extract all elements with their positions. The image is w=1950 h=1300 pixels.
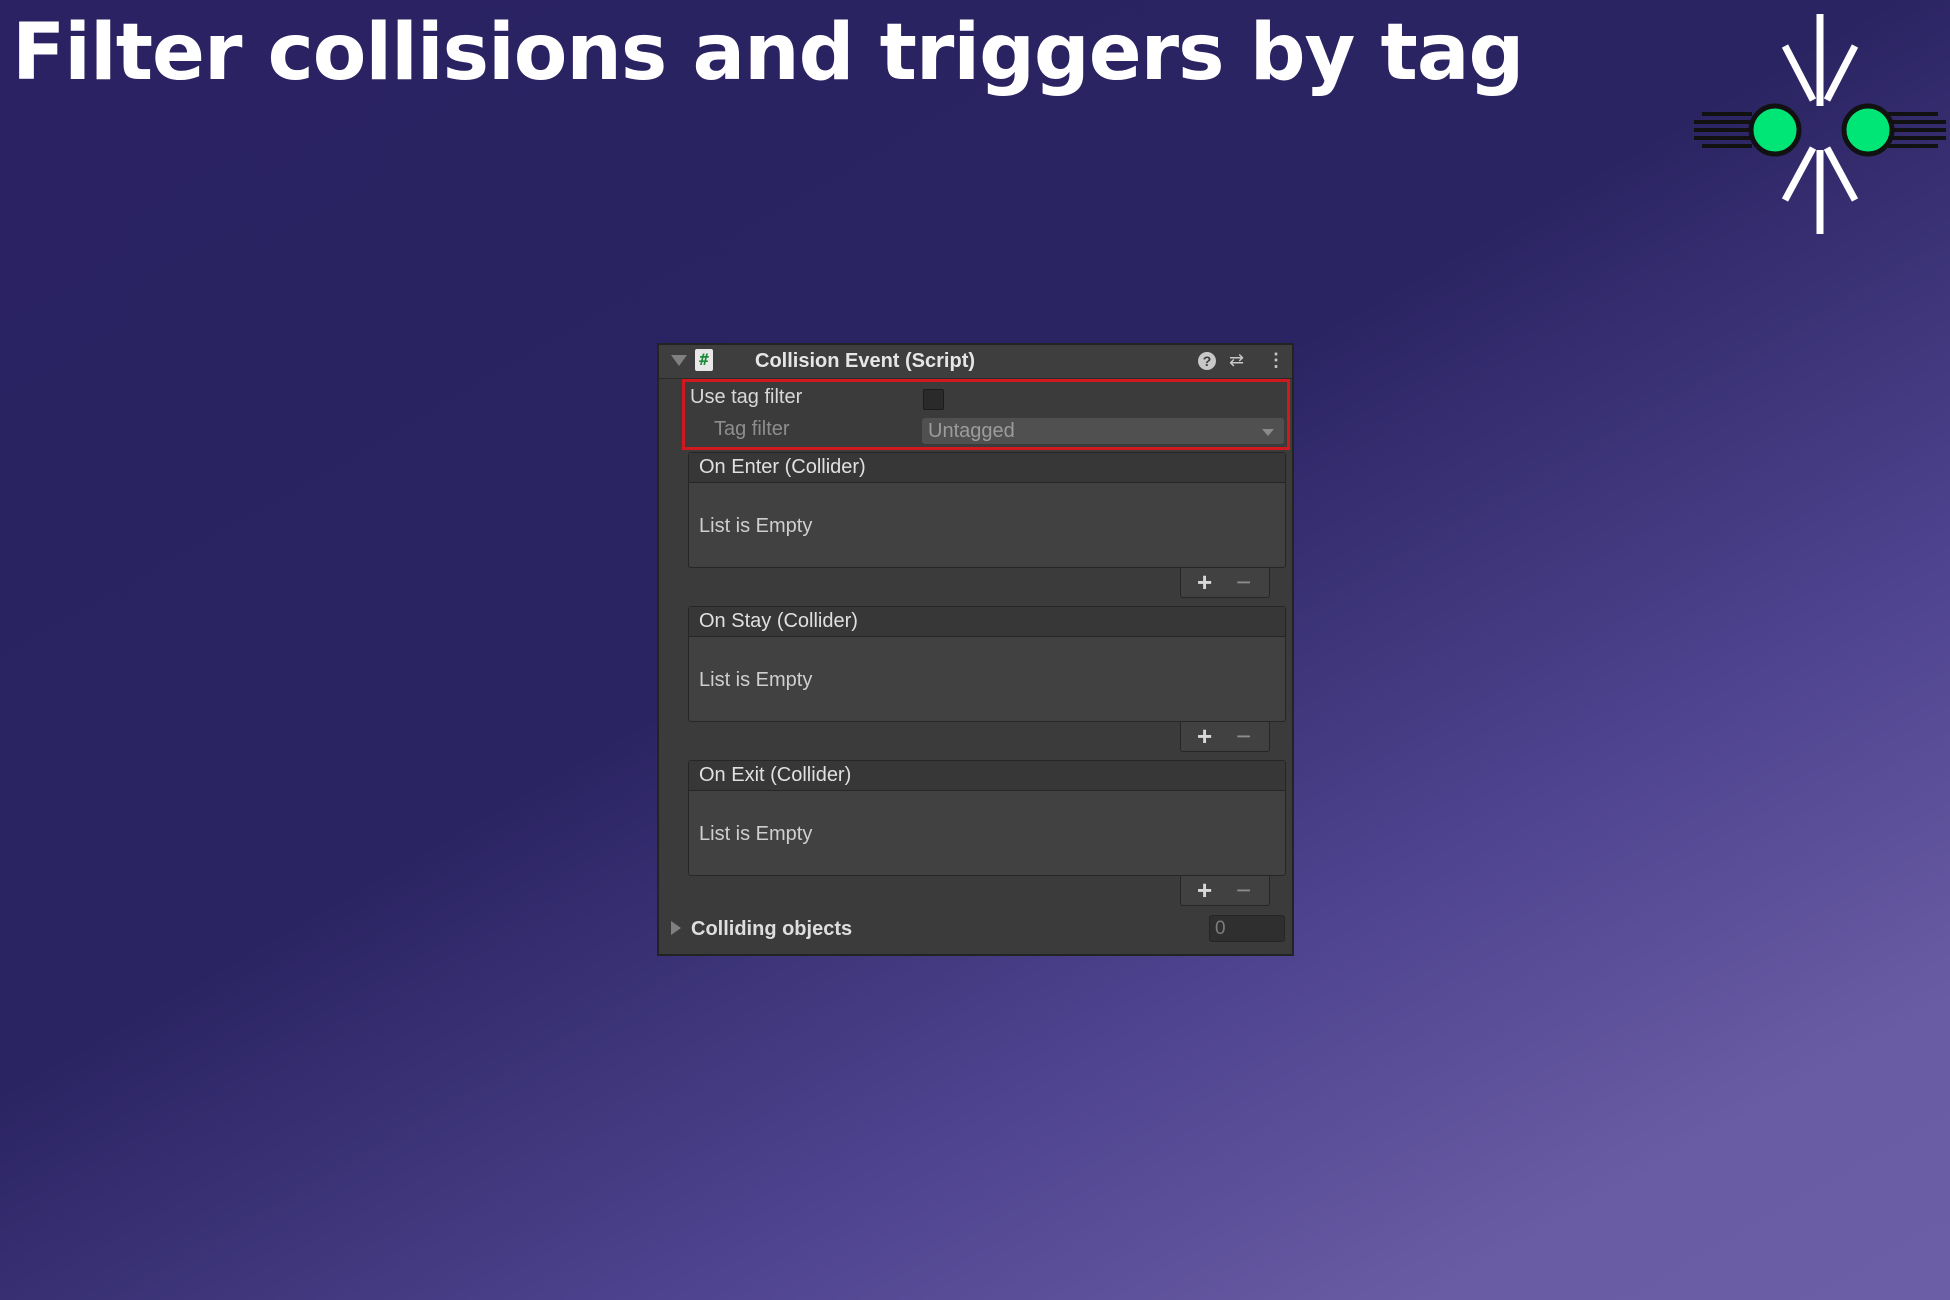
event-header: On Enter (Collider): [689, 453, 1285, 483]
event-title: On Exit (Collider): [699, 764, 852, 786]
event-empty-text: List is Empty: [699, 515, 813, 537]
tag-filter-highlight: [682, 379, 1290, 450]
count-value: 0: [1215, 918, 1226, 939]
event-empty-text: List is Empty: [699, 823, 813, 845]
foldout-arrow-icon[interactable]: [671, 355, 687, 366]
component-title: Collision Event (Script): [755, 350, 976, 372]
on-exit-event-list: On Exit (Collider) List is Empty: [688, 760, 1286, 876]
event-header: On Stay (Collider): [689, 607, 1285, 637]
colliding-objects-row: Colliding objects 0: [659, 911, 1292, 947]
add-item-button[interactable]: +: [1197, 568, 1212, 596]
on-stay-event-list: On Stay (Collider) List is Empty: [688, 606, 1286, 722]
on-stay-list-controls: + −: [1180, 722, 1270, 752]
expand-arrow-icon[interactable]: [671, 921, 681, 935]
colliding-objects-label[interactable]: Colliding objects: [691, 918, 852, 941]
colliding-objects-count: 0: [1209, 915, 1285, 942]
remove-item-button[interactable]: −: [1236, 876, 1251, 904]
inspector-panel: # Collision Event (Script) ? ⇄ ⋮ Use tag…: [657, 343, 1294, 956]
event-title: On Enter (Collider): [699, 456, 866, 478]
script-icon: #: [695, 349, 713, 371]
add-item-button[interactable]: +: [1197, 722, 1212, 750]
add-item-button[interactable]: +: [1197, 876, 1212, 904]
on-enter-list-controls: + −: [1180, 568, 1270, 598]
event-header: On Exit (Collider): [689, 761, 1285, 791]
on-enter-event-list: On Enter (Collider) List is Empty: [688, 452, 1286, 568]
preset-icon[interactable]: ⇄: [1229, 350, 1244, 371]
remove-item-button[interactable]: −: [1236, 568, 1251, 596]
kebab-menu-icon[interactable]: ⋮: [1267, 350, 1285, 371]
event-empty-text: List is Empty: [699, 669, 813, 691]
component-header[interactable]: # Collision Event (Script) ? ⇄ ⋮: [659, 345, 1292, 379]
on-exit-list-controls: + −: [1180, 876, 1270, 906]
collision-logo-icon: [1694, 14, 1946, 234]
page-headline: Filter collisions and triggers by tag: [12, 8, 1524, 98]
event-title: On Stay (Collider): [699, 610, 858, 632]
help-icon[interactable]: ?: [1198, 352, 1216, 370]
remove-item-button[interactable]: −: [1236, 722, 1251, 750]
